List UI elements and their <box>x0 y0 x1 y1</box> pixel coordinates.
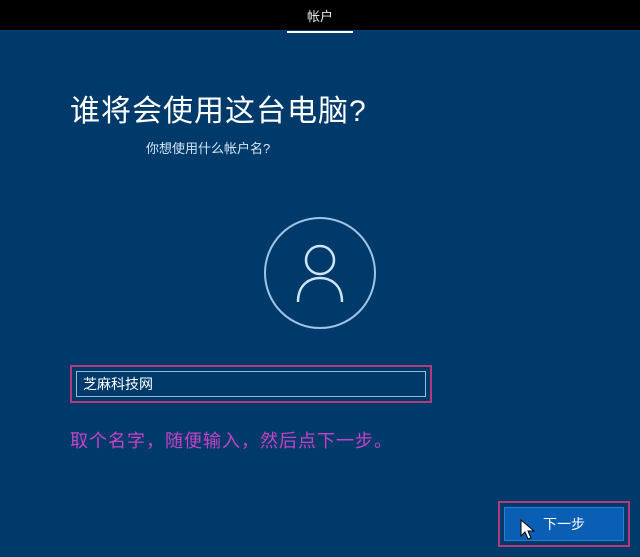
avatar <box>264 217 376 329</box>
title-bar: 帐户 <box>0 0 640 30</box>
page-title: 谁将会使用这台电脑? <box>70 86 570 130</box>
username-input[interactable] <box>76 371 426 397</box>
user-icon <box>292 242 348 304</box>
avatar-wrap <box>70 217 570 329</box>
tab-account[interactable]: 帐户 <box>287 0 353 33</box>
username-field-wrap <box>70 365 570 403</box>
next-button-label: 下一步 <box>543 514 585 534</box>
main-panel: 谁将会使用这台电脑? 你想使用什么帐户名? 取个名字，随便输入，然后点下一步。 <box>0 30 640 453</box>
page-subtitle: 你想使用什么帐户名? <box>146 138 570 157</box>
annotation-highlight-input <box>70 365 432 403</box>
next-button[interactable]: 下一步 <box>504 507 624 541</box>
annotation-text: 取个名字，随便输入，然后点下一步。 <box>70 427 570 453</box>
tab-account-label: 帐户 <box>307 9 333 24</box>
annotation-highlight-button: 下一步 <box>498 501 630 547</box>
